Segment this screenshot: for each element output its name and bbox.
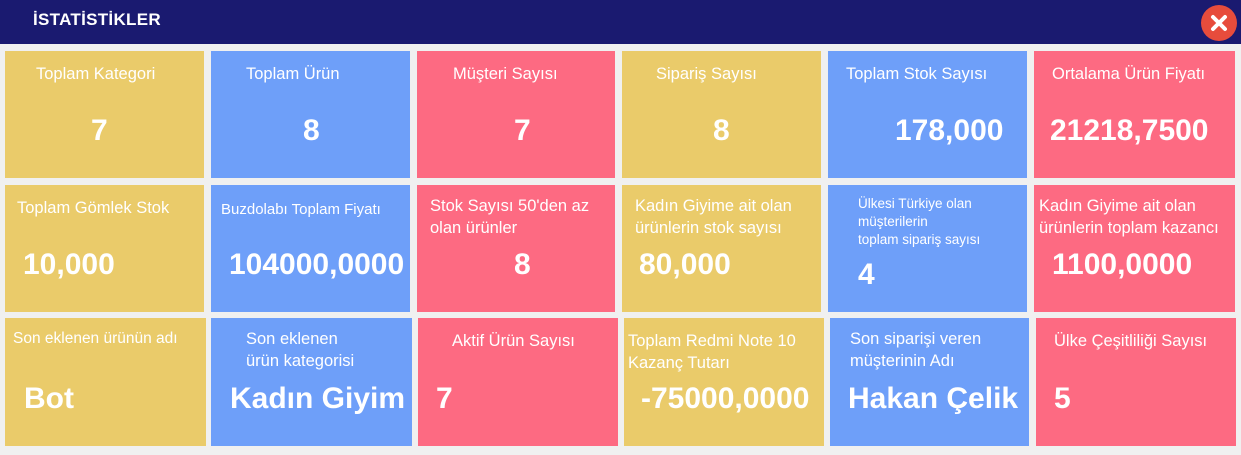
stat-label: Aktif Ürün Sayısı (452, 332, 575, 350)
stat-tile-total-products: Toplam Ürün 8 (211, 51, 410, 178)
stat-tile-total-categories: Toplam Kategori 7 (5, 51, 204, 178)
stat-value: 8 (303, 114, 320, 147)
close-button[interactable] (1201, 5, 1237, 41)
stat-label: Ülke Çeşitliliği Sayısı (1054, 332, 1208, 350)
stat-value: 5 (1054, 382, 1071, 415)
stat-tile-average-price: Ortalama Ürün Fiyatı 21218,7500 (1034, 51, 1235, 178)
stat-value: 8 (713, 114, 730, 147)
stat-tile-customer-count: Müşteri Sayısı 7 (417, 51, 615, 178)
stat-value: 104000,0000 (229, 248, 405, 281)
stat-tile-shirt-stock: Toplam Gömlek Stok 10,000 (5, 185, 204, 312)
stat-value: 1100,0000 (1052, 248, 1193, 281)
stat-tile-womens-clothing-stock: Kadın Giyime ait olan ürünlerin stok say… (622, 185, 821, 312)
stat-label: Sipariş Sayısı (656, 65, 757, 83)
stat-value: Kadın Giyim (230, 382, 406, 415)
stat-label: Toplam Gömlek Stok (17, 199, 170, 217)
stat-tile-last-added-product: Son eklenen ürünün adı Bot (5, 318, 206, 446)
stat-tile-active-products: Aktif Ürün Sayısı 7 (418, 318, 618, 446)
stat-label: Ülkesi Türkiye olan müşterilerin toplam … (858, 196, 981, 247)
stat-value: 80,000 (639, 248, 731, 281)
stat-label: Buzdolabı Toplam Fiyatı (221, 201, 381, 218)
stat-value: 7 (436, 382, 453, 415)
stat-tile-turkey-customer-orders: Ülkesi Türkiye olan müşterilerin toplam … (828, 185, 1027, 312)
stat-value: Bot (24, 382, 74, 415)
stat-value: 7 (514, 114, 531, 147)
stat-label: Son eklenen ürünün adı (13, 330, 178, 347)
stat-value: Hakan Çelik (848, 382, 1019, 415)
stat-value: 21218,7500 (1050, 114, 1209, 147)
stat-value: 10,000 (23, 248, 115, 281)
stat-value: 178,000 (895, 114, 1004, 147)
stat-tile-total-stock: Toplam Stok Sayısı 178,000 (828, 51, 1027, 178)
stat-tile-last-added-category: Son eklenen ürün kategorisi Kadın Giyim (211, 318, 412, 446)
stat-label: Kadın Giyime ait olan ürünlerin stok say… (635, 197, 792, 237)
stat-value: 4 (858, 258, 875, 291)
stat-label: Müşteri Sayısı (453, 65, 558, 83)
stat-label: Stok Sayısı 50'den az olan ürünler (430, 197, 590, 237)
stat-label: Son siparişi veren müşterinin Adı (850, 330, 982, 370)
stat-label: Kadın Giyime ait olan ürünlerin toplam k… (1039, 197, 1219, 237)
stat-tile-redmi-revenue: Toplam Redmi Note 10 Kazanç Tutarı -7500… (624, 318, 824, 446)
stat-tile-womens-clothing-revenue: Kadın Giyime ait olan ürünlerin toplam k… (1034, 185, 1235, 312)
stat-label: Toplam Kategori (36, 65, 156, 83)
stat-tile-fridge-total-price: Buzdolabı Toplam Fiyatı 104000,0000 (211, 185, 410, 312)
stat-label: Ortalama Ürün Fiyatı (1052, 65, 1206, 83)
window-title: İSTATİSTİKLER (33, 10, 161, 29)
stat-value: -75000,0000 (641, 382, 810, 415)
stat-label: Toplam Stok Sayısı (846, 65, 988, 83)
title-bar: İSTATİSTİKLER (0, 0, 1241, 44)
stat-label: Toplam Redmi Note 10 Kazanç Tutarı (628, 332, 796, 372)
stat-label: Toplam Ürün (246, 65, 340, 83)
stat-tile-last-ordering-customer: Son siparişi veren müşterinin Adı Hakan … (830, 318, 1029, 446)
stat-tile-country-diversity: Ülke Çeşitliliği Sayısı 5 (1036, 318, 1236, 446)
stat-value: 8 (514, 248, 531, 281)
close-icon (1211, 15, 1227, 31)
stat-label: Son eklenen ürün kategorisi (246, 330, 355, 370)
stat-tile-low-stock-products: Stok Sayısı 50'den az olan ürünler 8 (417, 185, 615, 312)
stat-tile-order-count: Sipariş Sayısı 8 (622, 51, 821, 178)
stat-value: 7 (91, 114, 108, 147)
